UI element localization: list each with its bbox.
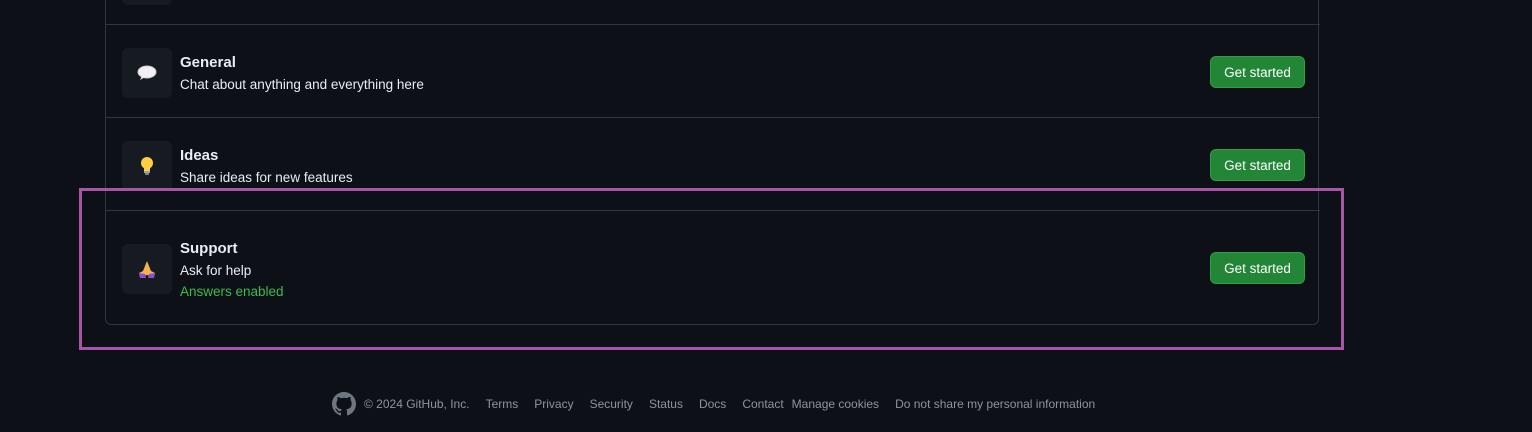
category-description: Ask for help — [180, 263, 252, 278]
footer-link-manage-cookies[interactable]: Manage cookies — [792, 397, 879, 411]
footer-link-contact[interactable]: Contact — [742, 397, 783, 411]
category-row-general: General Chat about anything and everythi… — [106, 25, 1320, 118]
github-logo-icon[interactable] — [332, 392, 356, 416]
category-list: General Chat about anything and everythi… — [105, 0, 1320, 325]
category-text: Support Ask for help Answers enabled — [180, 239, 284, 302]
footer-copyright: © 2024 GitHub, Inc. — [364, 397, 470, 411]
category-row-partial — [106, 0, 1320, 25]
footer-link-terms[interactable]: Terms — [486, 397, 519, 411]
speech-balloon-icon — [122, 48, 172, 98]
category-text: General Chat about anything and everythi… — [180, 53, 424, 95]
category-title: General — [180, 54, 236, 71]
category-title: Support — [180, 240, 238, 257]
discussion-categories-page: General Chat about anything and everythi… — [0, 0, 1532, 432]
category-text: Ideas Share ideas for new features — [180, 146, 353, 188]
footer-link-docs[interactable]: Docs — [699, 397, 726, 411]
folded-hands-icon — [122, 244, 172, 294]
light-bulb-icon — [122, 141, 172, 191]
category-description: Share ideas for new features — [180, 170, 353, 185]
category-row-ideas: Ideas Share ideas for new features Get s… — [106, 118, 1320, 211]
footer-link-status[interactable]: Status — [649, 397, 683, 411]
footer: © 2024 GitHub, Inc. Terms Privacy Securi… — [332, 391, 1111, 417]
get-started-button[interactable]: Get started — [1210, 252, 1305, 284]
category-row-support: Support Ask for help Answers enabled Get… — [106, 211, 1320, 325]
category-emoji-box — [122, 0, 172, 5]
get-started-button[interactable]: Get started — [1210, 149, 1305, 181]
category-title: Ideas — [180, 147, 219, 164]
footer-link-do-not-share[interactable]: Do not share my personal information — [895, 397, 1095, 411]
footer-link-security[interactable]: Security — [590, 397, 633, 411]
get-started-button[interactable]: Get started — [1210, 56, 1305, 88]
footer-link-privacy[interactable]: Privacy — [534, 397, 573, 411]
answers-enabled-badge: Answers enabled — [180, 284, 284, 299]
category-description: Chat about anything and everything here — [180, 77, 424, 92]
